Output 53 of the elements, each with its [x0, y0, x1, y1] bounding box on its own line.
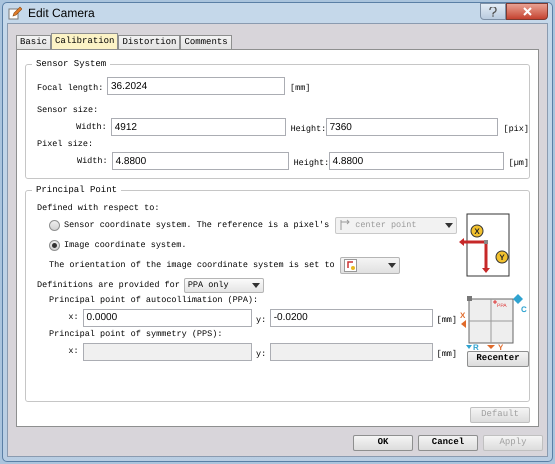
- height-label: Height:: [294, 158, 330, 168]
- close-button[interactable]: [506, 3, 548, 20]
- y-field[interactable]: -0.0200: [270, 308, 433, 326]
- close-icon: [522, 7, 532, 16]
- pencil-icon: [8, 6, 22, 20]
- unit-label: [mm]: [436, 314, 457, 324]
- y-label: y:: [256, 348, 266, 358]
- orientation-dropdown[interactable]: [340, 256, 400, 274]
- width-label: Width:: [76, 120, 107, 134]
- unit-label: [µm]: [508, 158, 529, 168]
- orientation-icon: [344, 258, 357, 272]
- unit-label: [mm]: [436, 348, 457, 358]
- radio-label: Image coordinate system.: [64, 238, 186, 252]
- height-label: Height:: [290, 124, 326, 134]
- window-title: Edit Camera: [28, 5, 95, 22]
- unit-label: [pix]: [503, 124, 529, 134]
- width-label: Width:: [76, 154, 108, 168]
- tab[interactable]: Distortion: [118, 35, 180, 49]
- dialog-button[interactable]: Cancel: [418, 435, 478, 451]
- definitions-dropdown[interactable]: PPA only: [184, 278, 264, 292]
- recenter-button[interactable]: Recenter: [467, 351, 529, 367]
- orientation-label: The orientation of the image coordinate system is set to: [49, 258, 335, 272]
- caret-icon: [388, 262, 396, 268]
- defined-label: Defined with respect to:: [37, 202, 160, 214]
- x-field[interactable]: 0.0000: [82, 308, 252, 326]
- dialog-button[interactable]: OK: [353, 435, 413, 451]
- height-field[interactable]: 7360: [326, 118, 498, 136]
- ppa-label: Principal point of autocollimation (PPA):: [49, 294, 258, 307]
- y-field[interactable]: [270, 342, 433, 360]
- tab[interactable]: Comments: [180, 35, 232, 49]
- pixel-point-icon: [339, 219, 352, 231]
- focal-length-field[interactable]: 36.2024: [107, 77, 285, 95]
- sensor-size-label: Sensor size:: [37, 104, 98, 117]
- y-label: y:: [256, 314, 266, 324]
- tab[interactable]: Calibration: [51, 33, 118, 49]
- height-field[interactable]: 4.8800: [328, 152, 504, 170]
- help-button[interactable]: [480, 3, 506, 20]
- radio-button[interactable]: [49, 240, 60, 250]
- width-field[interactable]: 4.8800: [112, 152, 289, 170]
- unit-label: [mm]: [290, 83, 310, 93]
- focal-length-label: Focal length:: [37, 83, 104, 93]
- caret-icon: [445, 222, 453, 228]
- radio-button[interactable]: [49, 220, 60, 230]
- x-label: x:: [68, 345, 79, 358]
- pps-label: Principal point of symmetry (PPS):: [49, 328, 222, 341]
- caret-icon: [252, 282, 260, 288]
- width-field[interactable]: 4912: [110, 118, 286, 136]
- tab[interactable]: Basic: [16, 35, 52, 49]
- x-label: x:: [68, 311, 79, 324]
- pixel-size-label: Pixel size:: [37, 138, 94, 151]
- definitions-label: Definitions are provided for: [37, 278, 180, 292]
- radio-label: Sensor coordinate system. The reference is a pixel's: [64, 218, 330, 232]
- help-icon: [489, 6, 497, 16]
